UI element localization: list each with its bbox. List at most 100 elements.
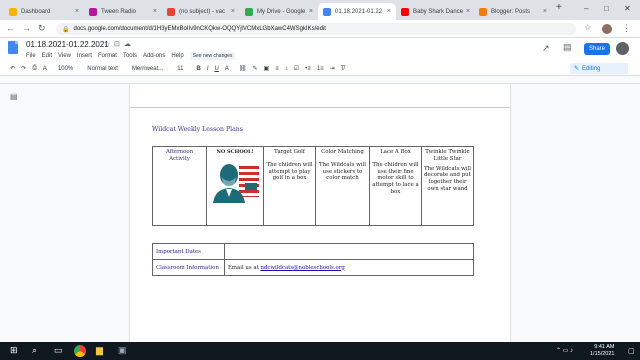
share-button[interactable]: Share	[584, 43, 610, 55]
close-tab-icon[interactable]: ×	[72, 8, 79, 15]
menu-file[interactable]: File	[26, 53, 36, 59]
docs-header: 01.18.2021-01.22.2021 ☆ ⊡ ☁ File Edit Vi…	[0, 38, 640, 62]
link-icon[interactable]: ⛓	[239, 65, 247, 72]
cell-title: Lace A Box	[380, 149, 411, 155]
align-icon[interactable]: ≡	[275, 66, 279, 72]
browser-menu-icon[interactable]: ⋮	[622, 23, 631, 34]
chrome-taskbar-icon[interactable]	[74, 345, 86, 357]
table-cell[interactable]: Twinkle Twinkle Little Star The Wildcats…	[420, 146, 475, 226]
move-folder-icon[interactable]: ⊡	[114, 40, 120, 48]
search-icon[interactable]: ⌕	[32, 345, 37, 356]
redo-button[interactable]: ↷	[21, 65, 26, 72]
comments-icon[interactable]: ▤	[563, 42, 572, 53]
close-tab-icon[interactable]: ×	[306, 8, 313, 15]
bullet-list-icon[interactable]: •≡	[305, 66, 311, 72]
menu-edit[interactable]: Edit	[42, 53, 52, 59]
spellcheck-button[interactable]: A	[43, 66, 47, 72]
menu-tools[interactable]: Tools	[123, 53, 137, 59]
ruler[interactable]	[0, 76, 640, 84]
document-title[interactable]: 01.18.2021-01.22.2021	[26, 40, 109, 49]
address-bar-row: ← → ↻ 🔒 docs.google.com/document/d/1H3yE…	[0, 20, 640, 38]
close-tab-icon[interactable]: ×	[384, 8, 391, 15]
page-divider	[130, 107, 510, 108]
classroom-info-value[interactable]: Email us at ndcwildcats@nobleschools.org	[224, 259, 474, 276]
see-new-changes-button[interactable]: See new changes	[189, 52, 236, 60]
tab-label: Tween Radio	[101, 8, 137, 15]
minimize-button[interactable]: –	[584, 4, 588, 13]
table-cell[interactable]: Target Golf The children will attempt to…	[263, 146, 316, 226]
notifications-icon[interactable]: ▢	[628, 347, 635, 355]
browser-tab[interactable]: Blogger: Posts ×	[474, 3, 552, 20]
back-button[interactable]: ←	[6, 23, 15, 33]
reload-button[interactable]: ↻	[38, 23, 46, 34]
forward-button[interactable]: →	[22, 23, 31, 33]
tab-label: Baby Shark Dance	[413, 8, 464, 15]
table-cell[interactable]: Lace A Box The children will use their f…	[369, 146, 422, 226]
browser-tab[interactable]: (no subject) - vac ×	[162, 3, 240, 20]
numbered-list-icon[interactable]: 1≡	[317, 66, 324, 72]
url-input[interactable]: 🔒 docs.google.com/document/d/1H3yEMxBoII…	[56, 23, 576, 35]
bookmark-star-icon[interactable]: ☆	[584, 23, 591, 32]
info-table[interactable]: Important Dates Classroom Information Em…	[152, 243, 474, 276]
email-link[interactable]: ndcwildcats@nobleschools.org	[260, 265, 344, 271]
browser-tab[interactable]: Dashboard ×	[4, 3, 84, 20]
close-tab-icon[interactable]: ×	[463, 8, 470, 15]
undo-button[interactable]: ↶	[10, 65, 15, 72]
italic-button[interactable]: I	[207, 66, 209, 72]
browser-tab-active[interactable]: 01.18.2021-01.22 ×	[318, 3, 396, 20]
store-icon[interactable]: ▣	[118, 345, 127, 356]
clear-format-icon[interactable]: T̸	[341, 66, 345, 72]
clock-date: 1/15/2021	[590, 351, 615, 358]
menu-help[interactable]: Help	[171, 53, 183, 59]
close-window-button[interactable]: ✕	[624, 4, 631, 13]
url-text: docs.google.com/document/d/1H3yEMxBoIIv9…	[73, 26, 326, 32]
editing-mode-select[interactable]: ✎ Editing	[570, 63, 628, 74]
text-color-button[interactable]: A	[225, 66, 229, 72]
menu-view[interactable]: View	[58, 53, 71, 59]
browser-tab[interactable]: Baby Shark Dance ×	[396, 3, 474, 20]
docs-logo-icon[interactable]	[8, 41, 18, 54]
bold-button[interactable]: B	[197, 66, 201, 72]
close-tab-icon[interactable]: ×	[228, 8, 235, 15]
important-dates-label[interactable]: Important Dates	[152, 243, 225, 260]
important-dates-value[interactable]	[224, 243, 474, 260]
table-cell[interactable]: Color Matching The Wildcats will use sti…	[315, 146, 370, 226]
underline-button[interactable]: U	[215, 66, 219, 72]
lesson-plan-table[interactable]: Afternoon Activity NO SCHOOL! Target Gol…	[151, 146, 475, 226]
browser-tab[interactable]: My Drive - Google ×	[240, 3, 318, 20]
print-button[interactable]: ⎙	[32, 65, 37, 72]
user-avatar[interactable]	[616, 42, 629, 55]
file-explorer-icon[interactable]: ▆	[96, 345, 103, 356]
document-page[interactable]: Wildcat Weekly Lesson Plans Afternoon Ac…	[130, 84, 510, 342]
comment-add-icon[interactable]: ✎	[253, 65, 258, 72]
close-tab-icon[interactable]: ×	[150, 8, 157, 15]
image-icon[interactable]: ▣	[264, 65, 270, 72]
menu-addons[interactable]: Add-ons	[143, 53, 165, 59]
task-view-icon[interactable]: ▭	[54, 345, 63, 356]
font-select[interactable]: Merriweat...	[129, 66, 166, 72]
profile-avatar[interactable]	[602, 24, 612, 34]
taskbar-clock[interactable]: 9:41 AM 1/15/2021	[590, 344, 614, 358]
new-tab-button[interactable]: +	[556, 2, 562, 13]
tab-label: (no subject) - vac	[179, 8, 226, 15]
browser-tab[interactable]: Tween Radio ×	[84, 3, 162, 20]
menu-format[interactable]: Format	[98, 53, 117, 59]
checklist-icon[interactable]: ☑	[294, 65, 299, 72]
system-tray-icons[interactable]: ⌃ ▭ ♪	[556, 347, 573, 354]
font-size-select[interactable]: 11	[174, 66, 186, 72]
maximize-button[interactable]: □	[604, 4, 609, 13]
document-outline-icon[interactable]: ▤	[10, 92, 18, 101]
menu-insert[interactable]: Insert	[77, 53, 92, 59]
star-icon[interactable]: ☆	[104, 40, 110, 48]
indent-icon[interactable]: ⇥	[330, 65, 335, 72]
classroom-info-label[interactable]: Classroom Information	[152, 259, 225, 276]
zoom-select[interactable]: 100%	[55, 66, 76, 72]
table-cell[interactable]: NO SCHOOL!	[206, 146, 265, 226]
close-tab-icon[interactable]: ×	[540, 8, 547, 15]
style-select[interactable]: Normal text	[84, 66, 121, 72]
windows-start-icon[interactable]: ⊞	[10, 345, 18, 356]
email-prefix: Email us at	[228, 264, 261, 271]
activity-trend-icon[interactable]: ↗	[542, 43, 550, 54]
line-spacing-icon[interactable]: ↕	[285, 66, 288, 72]
table-cell[interactable]: Afternoon Activity	[151, 146, 208, 226]
